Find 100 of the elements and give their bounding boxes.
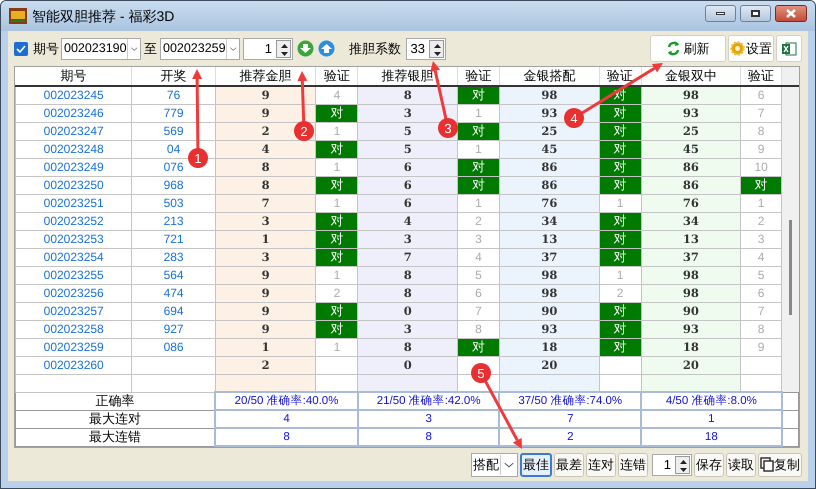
value-cell: 8 bbox=[215, 158, 316, 176]
summary-value: 7 bbox=[499, 410, 642, 428]
summary-value: 8 bbox=[358, 428, 500, 446]
app-logo-icon bbox=[9, 8, 27, 24]
mode-dropdown[interactable]: 搭配 bbox=[471, 452, 518, 476]
action-button[interactable]: 保存 bbox=[694, 452, 724, 476]
draw-cell: 927 bbox=[132, 320, 216, 338]
check-cell: 8 bbox=[740, 320, 782, 338]
value-cell: 76 bbox=[499, 194, 600, 212]
value-cell: 9 bbox=[215, 86, 316, 104]
number-spinner[interactable]: 1 bbox=[652, 454, 692, 476]
check-cell: 对 bbox=[316, 104, 358, 122]
value-cell: 7 bbox=[215, 194, 316, 212]
value-cell: 86 bbox=[641, 158, 741, 176]
action-button[interactable]: 读取 bbox=[726, 452, 756, 476]
settings-button[interactable]: 设置 bbox=[728, 35, 774, 62]
value-cell: 13 bbox=[499, 230, 600, 248]
check-cell: 1 bbox=[458, 104, 500, 122]
period-dropdown[interactable]: 002023190 bbox=[61, 38, 141, 60]
period-checkbox[interactable] bbox=[14, 42, 28, 56]
check-cell: 对 bbox=[599, 122, 642, 140]
check-cell: 2 bbox=[458, 212, 500, 230]
sort-button[interactable]: 连错 bbox=[618, 452, 648, 476]
value-cell: 45 bbox=[641, 140, 741, 158]
period-cell: 002023255 bbox=[16, 266, 132, 284]
value-cell: 98 bbox=[499, 284, 600, 302]
value-cell: 8 bbox=[358, 266, 458, 284]
check-cell: 对 bbox=[316, 212, 358, 230]
value-cell: 7 bbox=[358, 248, 458, 266]
check-cell: 对 bbox=[458, 338, 500, 356]
check-cell: 对 bbox=[316, 176, 358, 194]
summary-value: 21/50 准确率:42.0% bbox=[358, 392, 500, 410]
sort-button[interactable]: 最佳 bbox=[520, 452, 552, 476]
action-button[interactable]: 复制 bbox=[758, 452, 802, 476]
number-spinner[interactable]: 1 bbox=[243, 38, 293, 60]
check-cell: 对 bbox=[316, 302, 358, 320]
check-cell: 对 bbox=[599, 140, 642, 158]
spreadsheet-icon bbox=[781, 40, 797, 56]
spin-arrows-icon[interactable] bbox=[429, 40, 444, 58]
column-header[interactable]: 验证 bbox=[458, 67, 500, 86]
column-header[interactable]: 验证 bbox=[316, 67, 358, 86]
refresh-icon bbox=[666, 41, 680, 56]
scrollbar[interactable] bbox=[788, 220, 792, 315]
draw-cell: 779 bbox=[132, 104, 216, 122]
check-cell: 9 bbox=[740, 140, 782, 158]
summary-value: 37/50 准确率:74.0% bbox=[499, 392, 642, 410]
check-cell: 7 bbox=[458, 302, 500, 320]
value-cell: 25 bbox=[499, 122, 600, 140]
column-header[interactable]: 期号 bbox=[16, 67, 132, 86]
value-cell: 90 bbox=[641, 302, 741, 320]
check-cell: 对 bbox=[316, 320, 358, 338]
period-cell: 002023250 bbox=[16, 176, 132, 194]
value-cell: 8 bbox=[358, 284, 458, 302]
copy-icon bbox=[760, 457, 774, 472]
value-cell: 5 bbox=[358, 140, 458, 158]
period-cell: 002023246 bbox=[16, 104, 132, 122]
value-cell: 37 bbox=[641, 248, 741, 266]
summary-value: 18 bbox=[641, 428, 782, 446]
check-cell: 对 bbox=[316, 248, 358, 266]
period-dropdown[interactable]: 002023259 bbox=[160, 38, 240, 60]
check-cell: 1 bbox=[599, 266, 642, 284]
spin-arrows-icon[interactable] bbox=[276, 40, 291, 58]
period-cell: 002023247 bbox=[16, 122, 132, 140]
check-cell: 对 bbox=[458, 158, 500, 176]
value-cell: 98 bbox=[499, 266, 600, 284]
value-cell: 3 bbox=[215, 248, 316, 266]
value-cell: 34 bbox=[641, 212, 741, 230]
value-cell: 9 bbox=[215, 266, 316, 284]
close-button[interactable] bbox=[775, 4, 807, 22]
check-cell: 1 bbox=[740, 194, 782, 212]
value-cell: 37 bbox=[499, 248, 600, 266]
value-cell: 20 bbox=[499, 356, 600, 374]
check-cell: 6 bbox=[458, 284, 500, 302]
value-cell: 98 bbox=[499, 86, 600, 104]
column-header[interactable]: 验证 bbox=[599, 67, 642, 86]
check-icon bbox=[16, 44, 26, 52]
check-cell: 对 bbox=[458, 176, 500, 194]
check-cell: 1 bbox=[599, 194, 642, 212]
draw-cell: 086 bbox=[132, 338, 216, 356]
check-cell: 3 bbox=[458, 230, 500, 248]
maximize-button[interactable] bbox=[740, 4, 771, 22]
value-cell: 98 bbox=[641, 266, 741, 284]
period-cell: 002023252 bbox=[16, 212, 132, 230]
spin-arrows-icon[interactable] bbox=[675, 456, 690, 474]
excel-export-button[interactable] bbox=[776, 35, 802, 62]
summary-value: 4 bbox=[215, 410, 358, 428]
sort-button[interactable]: 最差 bbox=[554, 452, 584, 476]
refresh-button[interactable]: 刷新 bbox=[650, 35, 726, 62]
summary-value: 3 bbox=[358, 410, 500, 428]
value-cell: 18 bbox=[499, 338, 600, 356]
check-cell: 4 bbox=[458, 248, 500, 266]
value-cell: 3 bbox=[358, 320, 458, 338]
sort-button[interactable]: 连对 bbox=[586, 452, 616, 476]
close-icon[interactable] bbox=[786, 8, 796, 18]
check-cell: 5 bbox=[458, 266, 500, 284]
column-header[interactable]: 金银搭配 bbox=[499, 67, 600, 86]
check-cell: 4 bbox=[740, 248, 782, 266]
value-cell: 6 bbox=[358, 158, 458, 176]
number-spinner[interactable]: 33 bbox=[406, 38, 446, 60]
minimize-button[interactable] bbox=[705, 4, 736, 22]
